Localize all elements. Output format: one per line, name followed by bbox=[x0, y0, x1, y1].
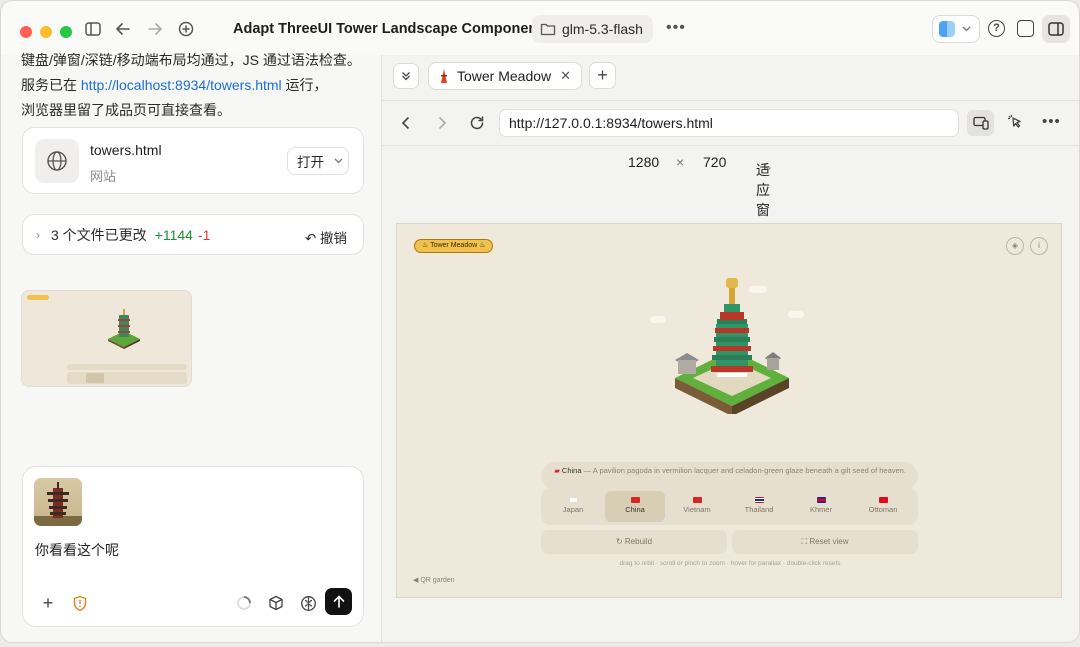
brain-icon[interactable] bbox=[297, 592, 319, 614]
reload-icon[interactable] bbox=[469, 115, 485, 131]
diamond-icon[interactable]: ◈ bbox=[1006, 237, 1024, 255]
browser-tab-bar: Tower Meadow ✕ + bbox=[382, 55, 1079, 97]
changed-files-label: 3 个文件已更改 bbox=[51, 226, 147, 243]
title-bar: Adapt ThreeUI Tower Landscape Component … bbox=[1, 1, 1079, 55]
file-card[interactable]: towers.html 网站 打开 bbox=[22, 127, 364, 194]
address-bar[interactable]: http://127.0.0.1:8934/towers.html bbox=[499, 109, 959, 137]
open-in-finder-button[interactable] bbox=[932, 15, 980, 43]
info-icon[interactable]: i bbox=[1030, 237, 1048, 255]
new-chat-icon[interactable] bbox=[177, 20, 195, 38]
finder-icon bbox=[939, 21, 955, 37]
shield-alert-icon[interactable] bbox=[69, 592, 91, 614]
tab-title: Tower Meadow bbox=[457, 68, 552, 84]
add-attachment-icon[interactable]: + bbox=[37, 592, 59, 614]
browser-nav-bar: http://127.0.0.1:8934/towers.html ••• bbox=[382, 100, 1079, 146]
file-type: 网站 bbox=[90, 169, 117, 184]
right-panel-toggle-icon[interactable] bbox=[1042, 15, 1070, 43]
send-button[interactable] bbox=[325, 588, 352, 615]
lines-added: +1144 bbox=[154, 226, 193, 243]
prompt-text[interactable]: 你看看这个呢 bbox=[35, 540, 119, 560]
new-tab-button[interactable]: + bbox=[589, 62, 616, 89]
interaction-hint: drag to orbit · scroll or pinch to zoom … bbox=[619, 560, 841, 567]
forward-icon[interactable] bbox=[437, 116, 447, 130]
undo-icon: ↶ bbox=[304, 231, 320, 246]
close-tab-icon[interactable]: ✕ bbox=[560, 68, 571, 84]
tower-description: ▰ China — A pavilion pagoda in vermilion… bbox=[542, 462, 918, 490]
browser-more-icon[interactable]: ••• bbox=[1042, 113, 1061, 130]
changed-files-summary[interactable]: › 3 个文件已更改 +1144 -1 ↶ 撤销 bbox=[22, 214, 364, 255]
minimize-window-button[interactable] bbox=[40, 26, 52, 38]
qr-garden-link[interactable]: ◀ QR garden bbox=[413, 576, 455, 584]
loading-spinner-icon bbox=[233, 592, 255, 614]
viewport-size-bar: 1280 × 720 适应窗口 ⌄ bbox=[628, 154, 774, 238]
chevron-down-icon bbox=[962, 26, 971, 32]
tower-thumbnail-image bbox=[108, 309, 140, 349]
times-sign: × bbox=[676, 154, 685, 170]
file-name: towers.html bbox=[90, 142, 162, 158]
lines-removed: -1 bbox=[197, 226, 211, 243]
tower-favicon-icon bbox=[441, 69, 447, 83]
browser-tab[interactable]: Tower Meadow ✕ bbox=[428, 62, 582, 90]
cube-icon[interactable] bbox=[265, 592, 287, 614]
pagoda-3d-scene[interactable] bbox=[667, 274, 797, 414]
inspect-pointer-icon[interactable] bbox=[1007, 114, 1023, 130]
flag-china-icon: ▰ bbox=[554, 466, 562, 475]
message-line: 键盘/弹窗/深链/移动端布局均通过，JS 通过语法检查。 bbox=[21, 52, 361, 68]
country-chip-khmer[interactable]: Khmer bbox=[791, 491, 851, 522]
terminal-icon[interactable] bbox=[1017, 20, 1034, 37]
assistant-message: 键盘/弹窗/深链/移动端布局均通过，JS 通过语法检查。 服务已在 http:/… bbox=[21, 48, 366, 123]
flame-icon: ♨ bbox=[422, 242, 431, 249]
page-badge: ♨ Tower Meadow ♨ bbox=[414, 239, 494, 253]
composer[interactable]: 你看看这个呢 + bbox=[22, 466, 364, 627]
window-title: Adapt ThreeUI Tower Landscape Component bbox=[233, 21, 543, 37]
close-window-button[interactable] bbox=[20, 26, 32, 38]
branch-name: glm-5.3-flash bbox=[562, 21, 643, 37]
arrow-up-icon bbox=[333, 595, 344, 608]
undo-button[interactable]: ↶ 撤销 bbox=[305, 227, 347, 247]
collapse-chevrons-icon[interactable] bbox=[393, 63, 419, 89]
chevron-down-icon: ⌄ bbox=[764, 161, 774, 173]
pagoda-image bbox=[34, 482, 82, 526]
localhost-link[interactable]: http://localhost:8934/towers.html bbox=[81, 77, 282, 93]
cloud-decoration bbox=[650, 316, 666, 323]
country-selector: Japan China Vietnam Thailand Khmer Ottom… bbox=[541, 488, 918, 525]
globe-icon bbox=[35, 139, 79, 183]
country-chip-japan[interactable]: Japan bbox=[543, 491, 603, 522]
chat-pane: 键盘/弹窗/深链/移动端布局均通过，JS 通过语法检查。 服务已在 http:/… bbox=[1, 52, 382, 642]
sidebar-toggle-icon[interactable] bbox=[84, 20, 102, 38]
folder-icon bbox=[540, 23, 556, 36]
more-options-icon[interactable]: ••• bbox=[666, 19, 686, 37]
reset-view-button[interactable]: ⛶ Reset view bbox=[732, 530, 918, 554]
preview-thumbnail[interactable] bbox=[21, 290, 192, 387]
zoom-window-button[interactable] bbox=[60, 26, 72, 38]
chevron-down-icon bbox=[334, 158, 343, 164]
chevron-right-icon: › bbox=[36, 227, 40, 242]
country-chip-china[interactable]: China bbox=[605, 491, 665, 522]
viewport-height[interactable]: 720 bbox=[703, 154, 726, 170]
country-chip-thailand[interactable]: Thailand bbox=[729, 491, 789, 522]
forward-arrow-icon[interactable] bbox=[146, 20, 164, 38]
back-arrow-icon[interactable] bbox=[114, 20, 132, 38]
branch-selector[interactable]: glm-5.3-flash bbox=[532, 15, 653, 43]
message-line: 浏览器里留了成品页可直接查看。 bbox=[21, 102, 231, 118]
rebuild-button[interactable]: ↻ Rebuild bbox=[541, 530, 727, 554]
open-button[interactable]: 打开 bbox=[287, 147, 349, 175]
viewport-width[interactable]: 1280 bbox=[628, 154, 659, 170]
back-icon[interactable] bbox=[401, 116, 411, 130]
country-chip-vietnam[interactable]: Vietnam bbox=[667, 491, 727, 522]
window-controls bbox=[20, 26, 72, 38]
page-viewport[interactable]: ♨ Tower Meadow ♨ ◈ i ▰ China — A pavilio… bbox=[396, 223, 1062, 598]
device-toolbar-icon[interactable] bbox=[967, 110, 994, 136]
browser-pane: Tower Meadow ✕ + http://127.0.0.1:8934/t… bbox=[382, 55, 1079, 642]
help-icon[interactable]: ? bbox=[988, 20, 1005, 37]
message-line: 服务已在 http://localhost:8934/towers.html 运… bbox=[21, 77, 328, 93]
app-window: Adapt ThreeUI Tower Landscape Component … bbox=[0, 0, 1080, 643]
rebuild-icon: ↻ bbox=[615, 537, 625, 546]
attached-image-thumbnail[interactable] bbox=[34, 478, 82, 526]
country-chip-ottoman[interactable]: Ottoman bbox=[853, 491, 913, 522]
